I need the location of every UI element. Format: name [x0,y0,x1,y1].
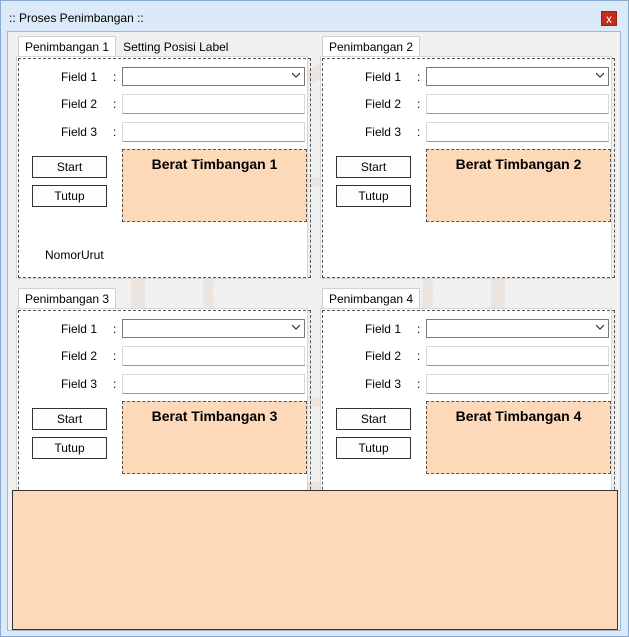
main-window: :: Proses Penimbangan :: x Penimbangan 1… [0,0,629,637]
field-1-label: Field 1 [60,70,97,84]
tutup-button[interactable]: Tutup [32,437,107,459]
tab-strip: Penimbangan 4 [322,288,421,308]
field-2-input[interactable] [426,94,609,114]
field-3-colon: : [113,377,117,391]
field-2-colon: : [417,97,421,111]
weight-display: Berat Timbangan 2 [426,149,611,222]
field-1-label: Field 1 [60,322,97,336]
field-1-label: Field 1 [364,322,401,336]
start-button[interactable]: Start [336,408,411,430]
field-2-input[interactable] [122,94,305,114]
field-1-combobox[interactable] [122,319,305,338]
field-3-input[interactable] [122,374,305,394]
close-icon[interactable]: x [601,11,617,26]
inner-panel: Field 1 : Field 2 : Field 3 : Start Tutu… [18,58,311,278]
field-1-combobox[interactable] [426,319,609,338]
field-3-label: Field 3 [364,377,401,391]
weight-display: Berat Timbangan 3 [122,401,307,474]
nomor-urut-label: NomorUrut [45,248,104,262]
output-panel [12,490,618,630]
tab-page: Field 1 : Field 2 : Field 3 : Start Tutu… [320,56,615,279]
field-1-colon: : [113,322,117,336]
field-2-colon: : [113,97,117,111]
field-1-combobox[interactable] [122,67,305,86]
field-2-input[interactable] [122,346,305,366]
group-penimbangan-2: Penimbangan 2 Field 1 : Field 2 : Field … [316,36,616,284]
field-1-label: Field 1 [364,70,401,84]
field-3-colon: : [417,125,421,139]
tab-penimbangan-1[interactable]: Penimbangan 1 [18,36,117,56]
field-3-input[interactable] [122,122,305,142]
title-bar[interactable]: :: Proses Penimbangan :: x [1,1,628,31]
chevron-down-icon[interactable] [292,323,300,331]
tab-penimbangan-2[interactable]: Penimbangan 2 [322,36,421,56]
tutup-button[interactable]: Tutup [336,185,411,207]
field-2-label: Field 2 [364,97,401,111]
tab-page: Field 1 : Field 2 : Field 3 : Start Tutu… [16,56,311,279]
chevron-down-icon[interactable] [596,323,604,331]
client-area: Penimbangan 1 Setting Posisi Label Field… [7,31,621,631]
field-2-label: Field 2 [364,349,401,363]
start-button[interactable]: Start [32,408,107,430]
chevron-down-icon[interactable] [292,71,300,79]
tutup-button[interactable]: Tutup [336,437,411,459]
group-penimbangan-1: Penimbangan 1 Setting Posisi Label Field… [12,36,312,284]
tab-strip: Penimbangan 1 Setting Posisi Label [18,36,236,57]
start-button[interactable]: Start [32,156,107,178]
field-1-combobox[interactable] [426,67,609,86]
field-2-input[interactable] [426,346,609,366]
field-3-input[interactable] [426,374,609,394]
field-1-colon: : [417,322,421,336]
inner-panel: Field 1 : Field 2 : Field 3 : Start Tutu… [322,58,615,278]
field-3-input[interactable] [426,122,609,142]
chevron-down-icon[interactable] [596,71,604,79]
field-3-colon: : [113,125,117,139]
field-2-label: Field 2 [60,349,97,363]
tab-setting-posisi-label[interactable]: Setting Posisi Label [116,36,236,57]
field-3-label: Field 3 [60,125,97,139]
tab-strip: Penimbangan 3 [18,288,117,308]
tab-strip: Penimbangan 2 [322,36,421,56]
weight-display: Berat Timbangan 4 [426,401,611,474]
tutup-button[interactable]: Tutup [32,185,107,207]
weight-display: Berat Timbangan 1 [122,149,307,222]
field-1-colon: : [417,70,421,84]
window-title: :: Proses Penimbangan :: [9,11,144,25]
field-1-colon: : [113,70,117,84]
field-3-label: Field 3 [60,377,97,391]
field-3-label: Field 3 [364,125,401,139]
field-2-colon: : [113,349,117,363]
tab-penimbangan-4[interactable]: Penimbangan 4 [322,288,421,308]
field-3-colon: : [417,377,421,391]
field-2-label: Field 2 [60,97,97,111]
start-button[interactable]: Start [336,156,411,178]
tab-penimbangan-3[interactable]: Penimbangan 3 [18,288,117,308]
field-2-colon: : [417,349,421,363]
